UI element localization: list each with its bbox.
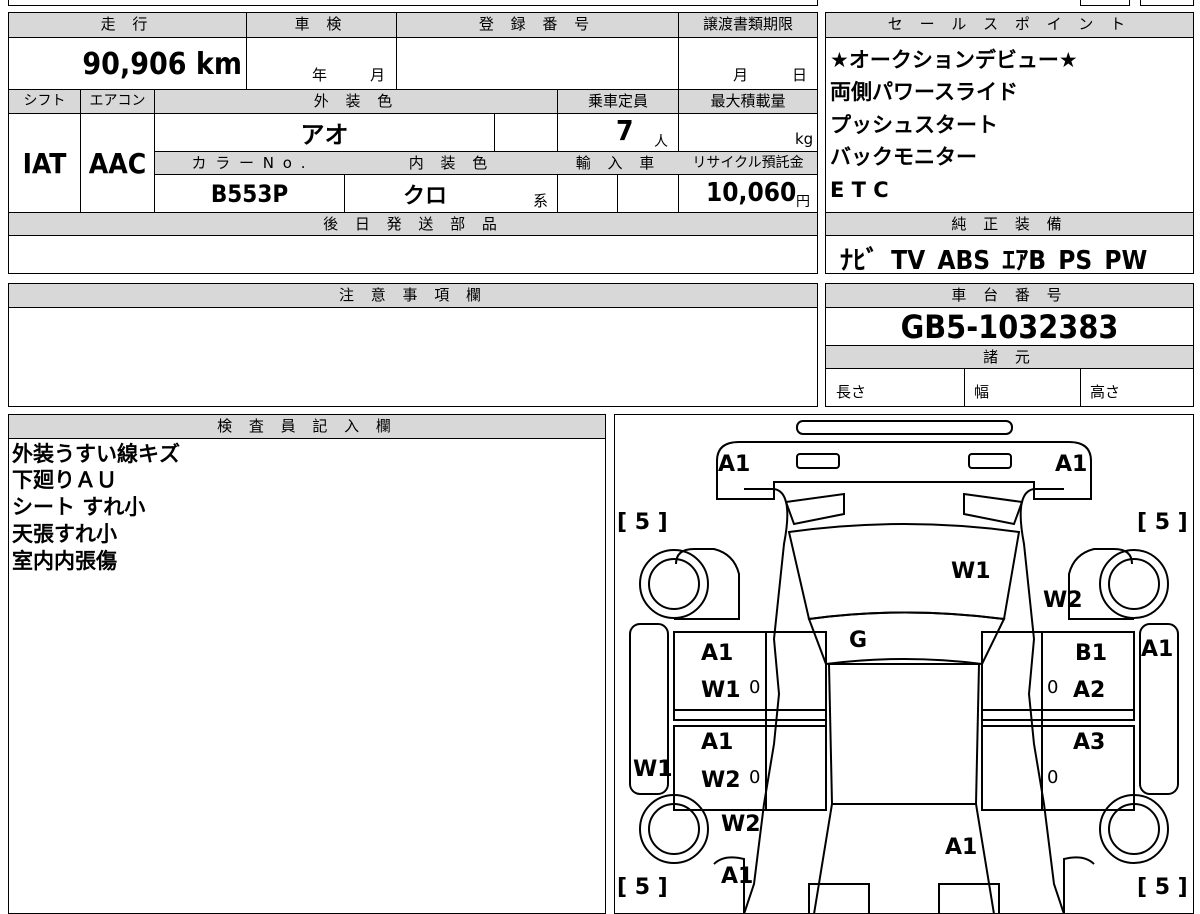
equipment-value: ﾅﾋﾞ TV ABS ｴｱB PS PW [840,246,1148,276]
recycle-label: リサイクル預託金 [679,152,817,174]
mark-a1-right-fender: A1 [1141,637,1174,662]
inspector-header: 検 査 員 記 入 欄 [9,415,605,438]
mark-w1-left-front-door: W1 [701,678,741,703]
mark-a1-front-right: A1 [1055,452,1088,477]
sales-point-5: E T C [830,178,889,202]
sales-point-3: プッシュスタート [830,113,998,137]
mark-g-hood: G [849,628,868,653]
exterior-color-value: アオ [300,121,349,149]
inspector-note-3: シート すれ小 [12,495,146,519]
later-parts-label: 後 日 発 送 部 品 [9,213,817,235]
spec-width: 幅 [974,383,990,401]
mark-a1-left-front-door: A1 [701,641,734,666]
exterior-color-label: 外 装 色 [155,90,557,113]
inspector-note-5: 室内内張傷 [12,549,117,573]
color-no-label: カ ラ ー N o . [155,152,344,174]
max-load-label: 最大積載量 [679,90,817,113]
sales-point-4: バックモニター [830,145,977,169]
specs-header: 諸 元 [826,346,1193,368]
mark-b1-right-front-door: B1 [1075,641,1108,666]
chassis-header: 車 台 番 号 [826,284,1193,307]
equipment-header: 純 正 装 備 [826,213,1193,235]
tire-tread-front-left: [ 5 ] [617,510,668,535]
tire-tread-front-right: [ 5 ] [1137,510,1188,535]
capacity-label: 乗車定員 [558,90,678,113]
aircon-label: エアコン [81,90,154,113]
zero-right-front: 0 [1047,677,1059,698]
recycle-value: 10,060 [706,178,797,208]
inspector-note-1: 外装うすい線キズ [12,442,180,466]
mark-w2-left-rear-door: W2 [701,768,741,793]
inspection-year-unit: 年 [312,66,328,84]
mark-w2-right-glass: W2 [1043,588,1083,613]
interior-color-label: 内 装 色 [345,152,557,174]
recycle-unit: 円 [796,194,810,210]
deadline-day-unit: 日 [792,66,808,84]
deadline-month-unit: 月 [733,66,749,84]
top-strip [8,0,818,6]
tire-tread-rear-right: [ 5 ] [1137,875,1188,900]
spec-height: 高さ [1090,383,1121,401]
top-strip-right [1080,0,1130,6]
mark-w1-left-side: W1 [633,757,673,782]
car-diagram: A1 A1 W1 W2 G A1 W1 B1 A2 A1 A1 W2 A3 W1… [614,414,1194,914]
capacity-value: 7 [616,114,634,147]
interior-color-suffix: 系 [533,192,549,210]
mark-a1-roof-rear: A1 [945,835,978,860]
capacity-unit: 人 [654,134,668,150]
color-no-value: B553P [210,179,289,208]
mark-a1-rear-left: A1 [721,864,754,889]
top-strip-right2 [1140,0,1194,6]
notes-header: 注 意 事 項 欄 [9,284,817,307]
tire-tread-rear-left: [ 5 ] [617,875,668,900]
sales-point-1: ★オークションデビュー★ [830,48,1078,72]
max-load-unit: kg [795,130,814,148]
inspector-note-4: 天張すれ小 [12,522,117,546]
shift-value: IAT [22,146,67,180]
mark-a1-front-left: A1 [718,452,751,477]
mileage-label: 走 行 [9,13,245,37]
mark-w2-left-rear-glass: W2 [721,812,761,837]
inspection-label: 車 検 [247,13,395,37]
spec-length: 長さ [836,383,867,401]
inspector-note-2: 下廻りＡＵ [12,468,117,492]
mark-a1-left-rear-door: A1 [701,730,734,755]
zero-left-rear: 0 [749,767,761,788]
zero-left-front: 0 [749,677,761,698]
sales-points-header: セ ー ル ス ポ イ ン ト [826,13,1193,37]
inspection-month-unit: 月 [370,66,386,84]
mark-a2-right-front-door: A2 [1073,678,1106,703]
aircon-value: AAC [88,146,147,180]
import-label: 輸 入 車 [558,152,678,174]
mark-w1-windshield: W1 [951,559,991,584]
mileage-value: 90,906 km [82,46,242,82]
mark-a3-right-rear-door: A3 [1073,730,1106,755]
interior-color-value: クロ [402,183,447,209]
sales-point-2: 両側パワースライド [830,80,1018,104]
shift-label: シフト [9,90,80,113]
chassis-number: GB5-1032383 [900,307,1119,346]
deadline-label: 譲渡書類期限 [679,13,817,37]
registration-label: 登 録 番 号 [397,13,677,37]
zero-right-rear: 0 [1047,767,1059,788]
